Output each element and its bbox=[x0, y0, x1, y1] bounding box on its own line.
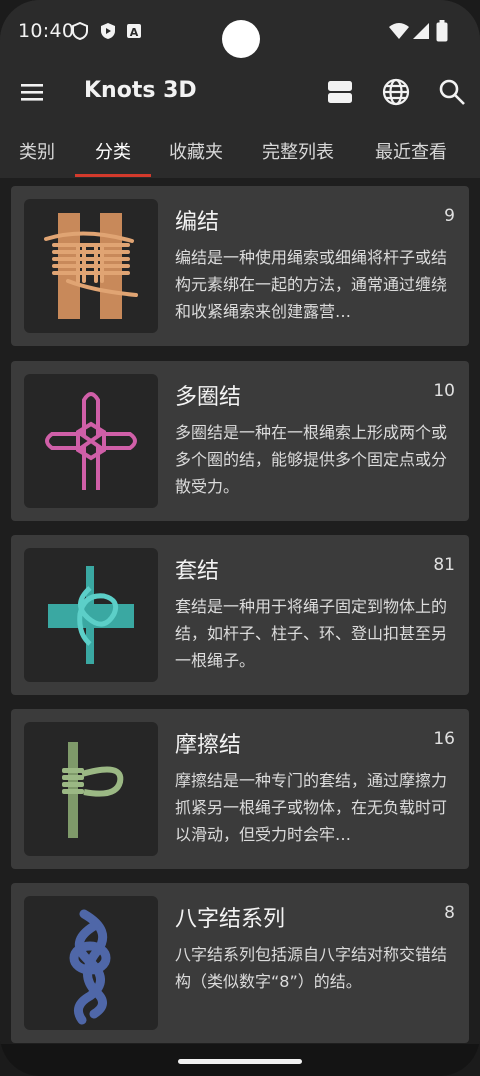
category-card-multi-loop[interactable]: 多圈结 10 多圈结是一种在一根绳索上形成两个或多个圈的结，能够提供多个固定点或… bbox=[11, 361, 469, 521]
tab-classification[interactable]: 分类 bbox=[95, 138, 131, 164]
category-card-lashing[interactable]: 编结 9 编结是一种使用绳索或细绳将杆子或结构元素绑在一起的方法，通常通过缠绕和… bbox=[11, 186, 469, 346]
svg-text:A: A bbox=[130, 26, 139, 39]
app-bar: Knots 3D bbox=[0, 64, 480, 120]
category-card-friction-hitches[interactable]: 摩擦结 16 摩擦结是一种专门的套结，通过摩擦力抓紧另一根绳子或物体，在无负载时… bbox=[11, 709, 469, 869]
system-nav-bar bbox=[0, 1044, 480, 1076]
tab-indicator bbox=[75, 174, 151, 177]
tab-categories[interactable]: 类别 bbox=[19, 138, 55, 164]
card-title: 八字结系列 bbox=[175, 907, 286, 932]
menu-icon[interactable] bbox=[16, 76, 48, 108]
card-title: 摩擦结 bbox=[175, 733, 242, 758]
card-count: 9 bbox=[444, 206, 455, 226]
hitch-knot-icon bbox=[24, 548, 158, 682]
tab-full-list[interactable]: 完整列表 bbox=[262, 138, 334, 164]
category-list[interactable]: 编结 9 编结是一种使用绳索或细绳将杆子或结构元素绑在一起的方法，通常通过缠绕和… bbox=[0, 178, 480, 1046]
a-icon: A bbox=[126, 22, 142, 44]
card-count: 81 bbox=[433, 555, 455, 575]
signal-icon bbox=[412, 22, 430, 44]
globe-icon[interactable] bbox=[380, 76, 412, 108]
card-description: 八字结系列包括源自八字结对称交错结构（类似数字“8”）的结。 bbox=[175, 945, 448, 991]
card-description: 摩擦结是一种专门的套结，通过摩擦力抓紧另一根绳子或物体，在无负载时可以滑动，但受… bbox=[175, 771, 448, 844]
friction-hitch-icon bbox=[24, 722, 158, 856]
card-count: 10 bbox=[433, 381, 455, 401]
search-icon[interactable] bbox=[436, 76, 468, 108]
tab-favorites[interactable]: 收藏夹 bbox=[169, 138, 223, 164]
card-description: 多圈结是一种在一根绳索上形成两个或多个圈的结，能够提供多个固定点或分散受力。 bbox=[175, 423, 448, 496]
card-title: 编结 bbox=[175, 210, 220, 235]
card-description: 编结是一种使用绳索或细绳将杆子或结构元素绑在一起的方法，通常通过缠绕和收紧绳索来… bbox=[175, 248, 448, 321]
lashing-knot-icon bbox=[24, 199, 158, 333]
card-title: 多圈结 bbox=[175, 385, 242, 410]
multi-loop-knot-icon bbox=[24, 374, 158, 508]
status-time: 10:40 bbox=[18, 20, 75, 42]
card-count: 8 bbox=[444, 903, 455, 923]
wifi-icon bbox=[388, 22, 410, 44]
play-protect-icon bbox=[100, 22, 116, 44]
tab-bar: 类别 分类 收藏夹 完整列表 最近查看 bbox=[0, 124, 480, 178]
battery-icon bbox=[436, 20, 448, 46]
camera-cutout bbox=[222, 20, 260, 58]
status-bar: 10:40 A bbox=[0, 0, 480, 64]
category-card-figure-eight[interactable]: 八字结系列 8 八字结系列包括源自八字结对称交错结构（类似数字“8”）的结。 bbox=[11, 883, 469, 1043]
app-title: Knots 3D bbox=[84, 78, 197, 103]
category-card-hitches[interactable]: 套结 81 套结是一种用于将绳子固定到物体上的结，如杆子、柱子、环、登山扣甚至另… bbox=[11, 535, 469, 695]
shield-icon bbox=[72, 21, 88, 44]
card-count: 16 bbox=[433, 729, 455, 749]
tab-recently-viewed[interactable]: 最近查看 bbox=[375, 138, 447, 164]
phone-screen: 10:40 A Knots 3D 类别 分类 收藏夹 完整列表 最近查看 编结 … bbox=[0, 0, 480, 1076]
figure-eight-knot-icon bbox=[24, 896, 158, 1030]
home-gesture-handle[interactable] bbox=[178, 1059, 302, 1064]
card-description: 套结是一种用于将绳子固定到物体上的结，如杆子、柱子、环、登山扣甚至另一根绳子。 bbox=[175, 597, 448, 670]
card-title: 套结 bbox=[175, 559, 220, 584]
view-toggle-icon[interactable] bbox=[324, 76, 356, 108]
